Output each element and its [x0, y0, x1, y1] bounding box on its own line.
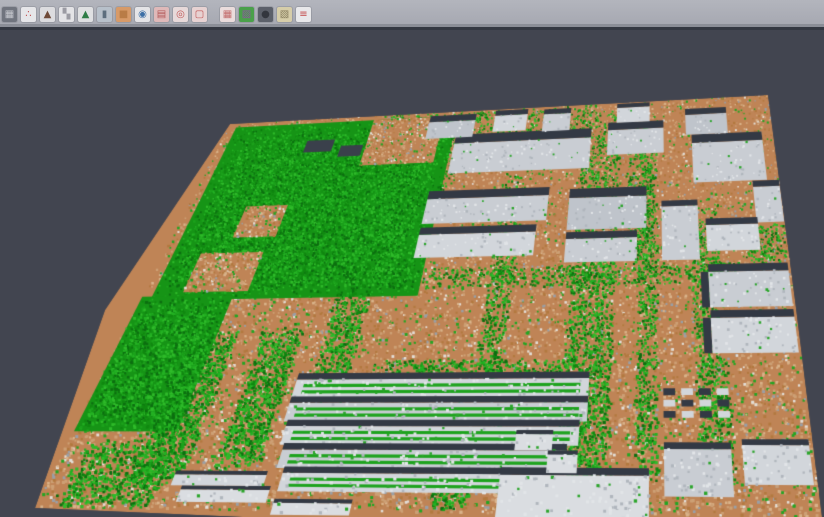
measure-icon[interactable]: ▧ [277, 7, 292, 22]
window-chrome: ▦ ∴ ▲ ▚ ▲ ▮ ■ ◉ ▤ ◎ ▢ ▦ ▨ ● ▧ ≡ [0, 0, 824, 30]
flag-icon[interactable]: ≡ [296, 7, 311, 22]
main-toolbar: ▦ ∴ ▲ ▚ ▲ ▮ ■ ◉ ▤ ◎ ▢ ▦ ▨ ● ▧ ≡ [0, 0, 824, 24]
orbit-icon[interactable]: ● [258, 7, 273, 22]
tiles-icon[interactable]: ▚ [59, 7, 74, 22]
toolbar-icon-group: ▦ ∴ ▲ ▚ ▲ ▮ ■ ◉ ▤ ◎ ▢ ▦ ▨ ● ▧ ≡ [2, 2, 315, 22]
layers-icon[interactable]: ▦ [2, 7, 17, 22]
globe-3d-icon[interactable]: ◉ [135, 7, 150, 22]
extent-icon[interactable]: ▢ [192, 7, 207, 22]
points-icon[interactable]: ∴ [21, 7, 36, 22]
viewport-border [0, 27, 824, 30]
tin-surface-icon[interactable]: ▲ [40, 7, 55, 22]
profile-icon[interactable]: ▮ [97, 7, 112, 22]
target-icon[interactable]: ◎ [173, 7, 188, 22]
cross-section-icon[interactable]: ▤ [154, 7, 169, 22]
orthophoto-icon[interactable]: ■ [116, 7, 131, 22]
terrain-icon[interactable]: ▲ [78, 7, 93, 22]
classification-icon[interactable]: ▨ [239, 7, 254, 22]
grid-icon[interactable]: ▦ [220, 7, 235, 22]
app-window: ▦ ∴ ▲ ▚ ▲ ▮ ■ ◉ ▤ ◎ ▢ ▦ ▨ ● ▧ ≡ [0, 0, 824, 517]
point-cloud-viewport[interactable] [0, 0, 824, 517]
